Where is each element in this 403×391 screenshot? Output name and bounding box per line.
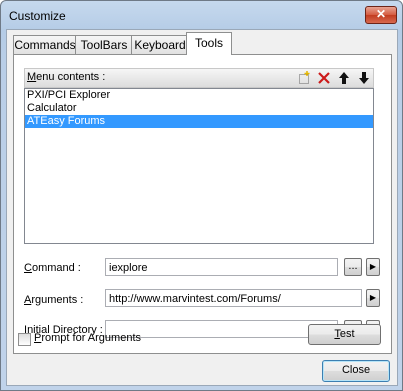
tab-toolbars-label: ToolBars: [80, 38, 128, 52]
list-item[interactable]: Calculator: [25, 102, 373, 115]
tab-keyboard[interactable]: Keyboard: [131, 35, 189, 54]
dialog-client-area: Commands ToolBars Keyboard Tools Menu co…: [6, 29, 398, 386]
move-down-icon[interactable]: [356, 70, 372, 86]
command-browse-button[interactable]: ...: [344, 258, 362, 276]
close-icon: ✕: [375, 7, 387, 21]
new-item-icon[interactable]: [296, 70, 312, 86]
close-button[interactable]: Close: [322, 360, 390, 382]
title-bar[interactable]: Customize ✕: [1, 1, 402, 29]
command-arrow-button[interactable]: ▶: [366, 258, 380, 276]
tab-toolbars[interactable]: ToolBars: [75, 35, 133, 54]
delete-icon[interactable]: [316, 70, 332, 86]
prompt-for-arguments-label[interactable]: Prompt for Arguments: [34, 332, 141, 344]
command-label: Command :: [24, 262, 81, 274]
menu-contents-label: Menu contents :: [27, 71, 106, 83]
customize-dialog: Customize ✕ Commands ToolBars Keyboard T…: [0, 0, 403, 391]
arrow-right-icon: ▶: [369, 293, 377, 302]
tab-keyboard-label: Keyboard: [134, 38, 186, 52]
arguments-arrow-button[interactable]: ▶: [366, 289, 380, 307]
window-title: Customize: [9, 9, 66, 23]
tools-panel: Menu contents : PXI/PCI Explorer Calcula…: [13, 54, 392, 354]
list-item[interactable]: ATEasy Forums: [25, 115, 373, 128]
arrow-right-icon: ▶: [369, 262, 377, 271]
move-up-icon[interactable]: [336, 70, 352, 86]
menu-contents-header: Menu contents :: [24, 68, 374, 88]
menu-contents-list[interactable]: PXI/PCI Explorer Calculator ATEasy Forum…: [24, 88, 374, 244]
arguments-label: Arguments :: [24, 294, 84, 306]
prompt-for-arguments-checkbox[interactable]: [18, 333, 31, 346]
tab-commands[interactable]: Commands: [13, 35, 77, 54]
list-item[interactable]: PXI/PCI Explorer: [25, 89, 373, 102]
tab-commands-label: Commands: [14, 38, 76, 52]
tab-tools[interactable]: Tools: [186, 32, 232, 55]
close-window-button[interactable]: ✕: [365, 6, 397, 24]
test-button[interactable]: Test: [308, 324, 381, 345]
tab-tools-label: Tools: [194, 36, 223, 50]
arguments-field[interactable]: http://www.marvintest.com/Forums/: [105, 289, 362, 307]
command-field[interactable]: iexplore: [105, 258, 338, 276]
